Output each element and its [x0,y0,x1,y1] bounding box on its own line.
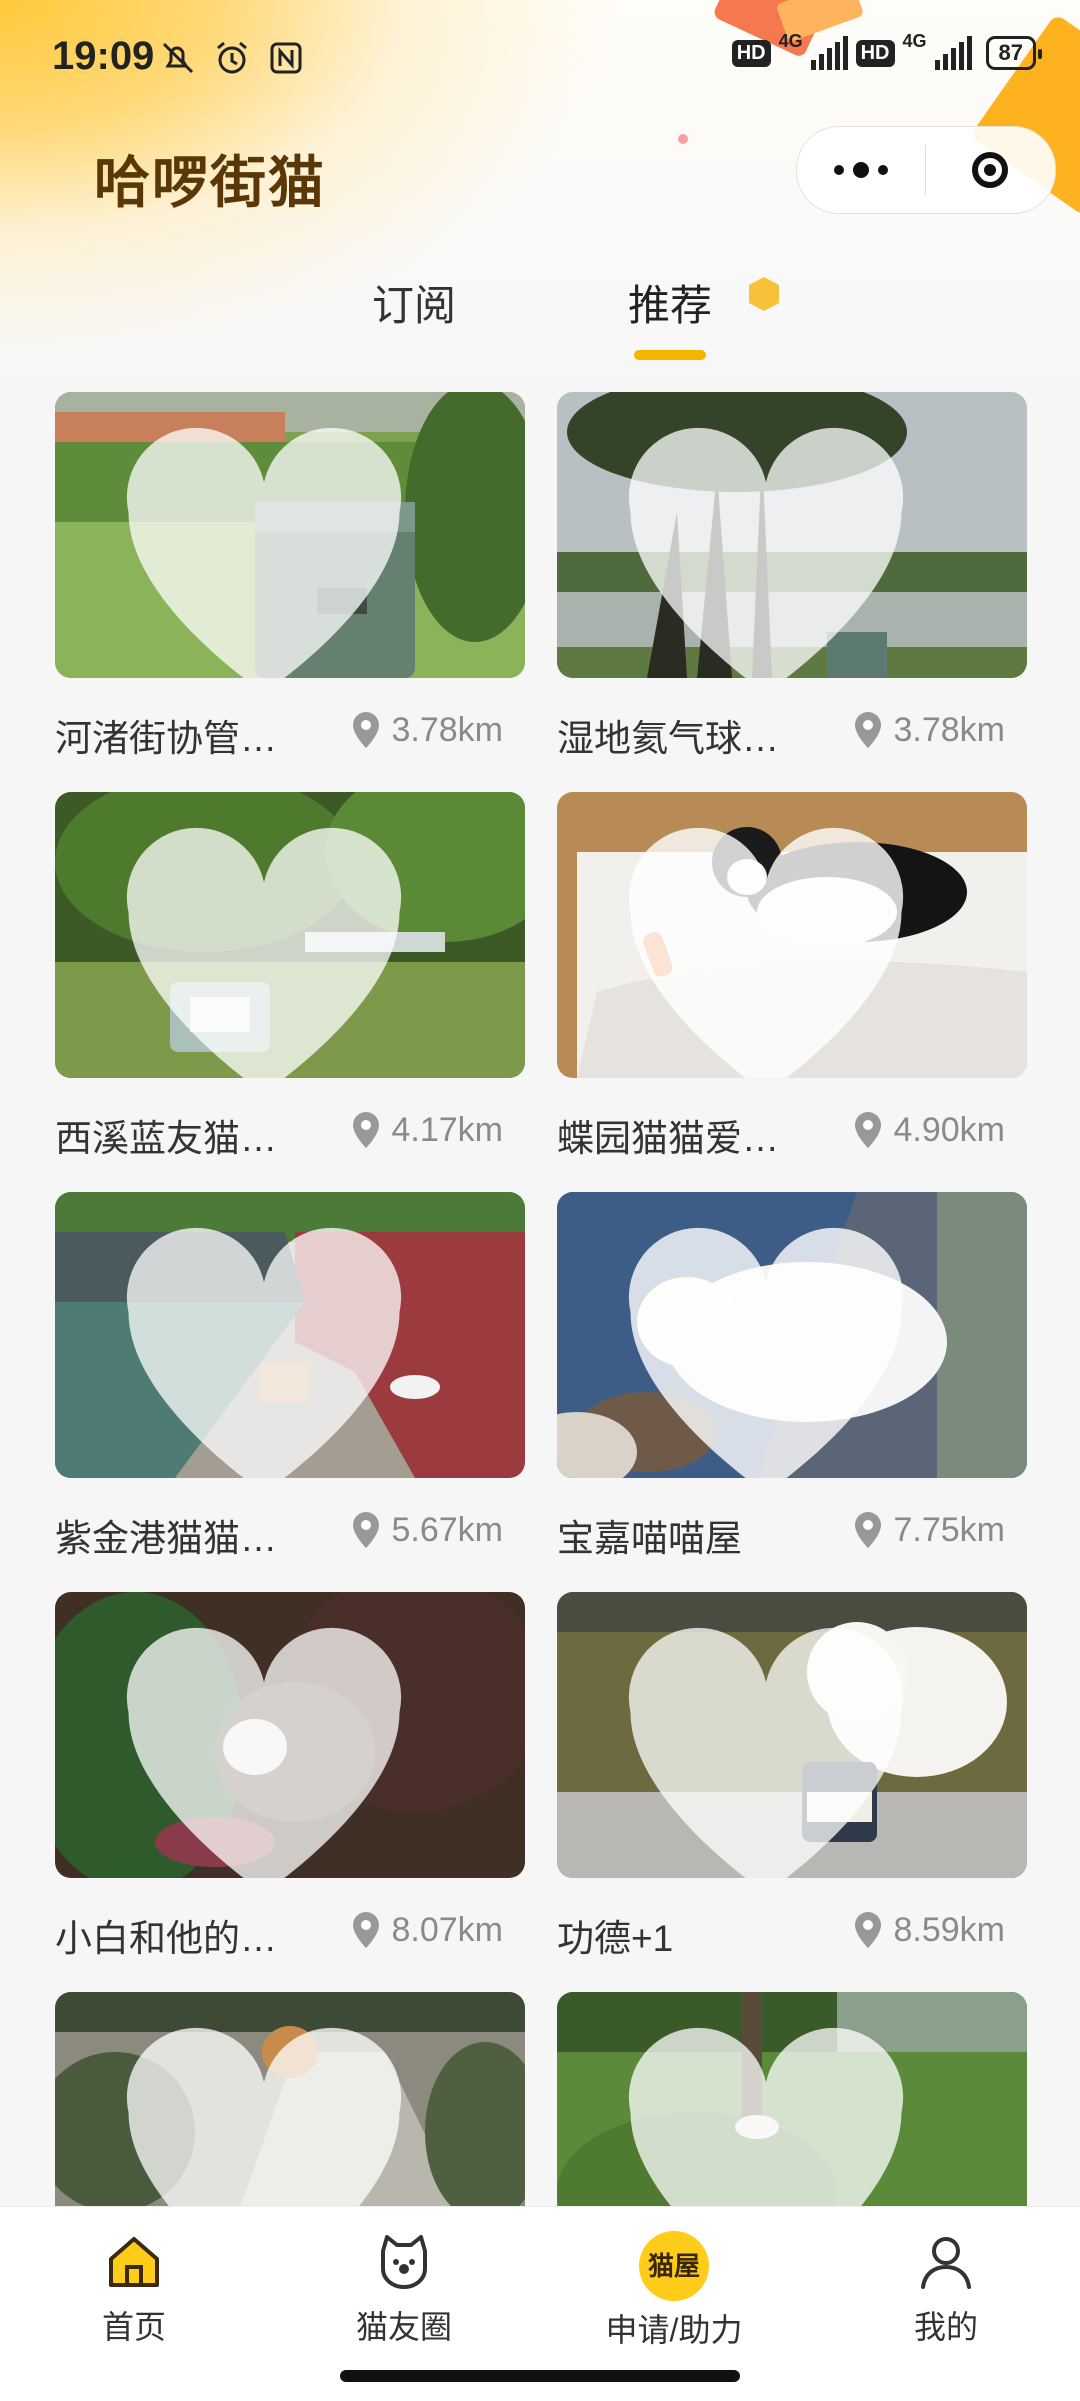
network-type: 4G [902,30,927,51]
tab-label: 申请/助力 [605,2312,743,2348]
card-distance: 3.78km [350,710,504,750]
card-distance: 5.67km [350,1510,504,1550]
tab-active-indicator [634,350,706,360]
favorite-heart-icon[interactable] [55,822,499,1078]
mini-program-capsule [796,126,1056,214]
distance-text: 4.17km [391,1110,504,1149]
close-target-icon[interactable] [926,127,1054,213]
status-icons [158,38,306,78]
card-distance: 4.90km [852,1110,1006,1150]
home-icon [109,2237,159,2287]
tab-recommend[interactable]: 推荐 [628,272,712,333]
cat-house-card[interactable]: 西溪蓝友猫… 4.17km [55,792,525,1192]
location-pin-icon [352,1912,379,1948]
decoration-dot [678,134,688,144]
card-photo[interactable] [557,1192,1027,1478]
cat-house-card[interactable]: 功德+1 8.59km [557,1592,1027,1992]
network-type: 4G [778,30,803,51]
cat-house-card[interactable]: 紫金港猫猫… 5.67km [55,1192,525,1592]
favorite-heart-icon[interactable] [55,1222,499,1478]
location-pin-icon [352,712,379,748]
card-distance: 3.78km [852,710,1006,750]
cat-face-icon [381,2235,427,2289]
cat-house-icon: 猫屋 [639,2231,709,2301]
location-pin-icon [854,1912,881,1948]
distance-text: 8.07km [391,1910,504,1949]
card-name: 宝嘉喵喵屋 [557,1518,742,1559]
distance-text: 3.78km [893,710,1006,749]
app-title: 哈啰街猫 [94,151,326,214]
hexagon-badge-icon [749,277,779,311]
cat-house-card[interactable]: 宝嘉喵喵屋 7.75km [557,1192,1027,1592]
card-photo[interactable] [55,392,525,678]
cat-house-card[interactable]: 小白和他的… 8.07km [55,1592,525,1992]
cat-house-card[interactable]: 湿地氦气球… 3.78km [557,392,1027,792]
tab-apply[interactable]: 猫屋 申请/助力 [574,2231,774,2351]
distance-text: 3.78km [391,710,504,749]
card-photo[interactable] [55,792,525,1078]
location-pin-icon [854,712,881,748]
tab-subscribe[interactable]: 订阅 [372,272,456,333]
favorite-heart-icon[interactable] [55,1622,499,1878]
card-photo[interactable] [55,1192,525,1478]
nfc-icon [270,42,302,74]
card-name: 紫金港猫猫… [55,1518,277,1559]
battery-icon: 87 [985,36,1043,70]
card-name: 小白和他的… [55,1918,277,1959]
home-indicator[interactable] [340,2370,740,2382]
status-time: 19:09 [52,34,155,78]
card-name: 西溪蓝友猫… [55,1118,277,1159]
location-pin-icon [854,1512,881,1548]
status-bar: 19:09 HD 4G HD 4G 87 [0,0,1080,120]
card-distance: 8.59km [852,1910,1006,1950]
card-photo[interactable] [557,392,1027,678]
cat-house-card[interactable]: 蝶园猫猫爱… 4.90km [557,792,1027,1192]
distance-text: 5.67km [391,1510,504,1549]
status-right: HD 4G HD 4G 87 [731,31,1043,70]
favorite-heart-icon[interactable] [557,1622,1001,1878]
tab-label: 猫友圈 [355,2309,452,2345]
distance-text: 8.59km [893,1910,1006,1949]
card-photo[interactable] [557,792,1027,1078]
distance-text: 7.75km [893,1510,1006,1549]
user-icon [921,2237,971,2289]
tab-cat-circle[interactable]: 猫友圈 [304,2231,504,2348]
distance-text: 4.90km [893,1110,1006,1149]
tab-home[interactable]: 首页 [34,2231,234,2348]
hd-badge: HD [855,39,895,67]
location-pin-icon [854,1112,881,1148]
alarm-icon [217,41,247,74]
card-name: 河渚街协管… [55,718,277,759]
favorite-heart-icon[interactable] [557,1222,1001,1478]
location-pin-icon [352,1112,379,1148]
cat-house-card[interactable]: 河渚街协管… 3.78km [55,392,525,792]
signal-icon [810,36,848,70]
card-photo[interactable] [55,1592,525,1878]
mute-icon [162,42,194,74]
card-name: 蝶园猫猫爱… [557,1118,779,1159]
hd-badge: HD [731,39,771,67]
card-name: 湿地氦气球… [557,718,779,759]
location-pin-icon [352,1512,379,1548]
favorite-heart-icon[interactable] [557,822,1001,1078]
tab-label: 我的 [913,2309,978,2345]
tab-label: 首页 [101,2309,166,2345]
favorite-heart-icon[interactable] [55,422,499,678]
card-distance: 7.75km [852,1510,1006,1550]
signal-icon [934,36,972,70]
more-icon[interactable] [797,127,925,213]
tab-me[interactable]: 我的 [846,2231,1046,2348]
card-distance: 8.07km [350,1910,504,1950]
card-distance: 4.17km [350,1110,504,1150]
card-photo[interactable] [557,1592,1027,1878]
favorite-heart-icon[interactable] [557,422,1001,678]
card-name: 功德+1 [557,1918,674,1959]
